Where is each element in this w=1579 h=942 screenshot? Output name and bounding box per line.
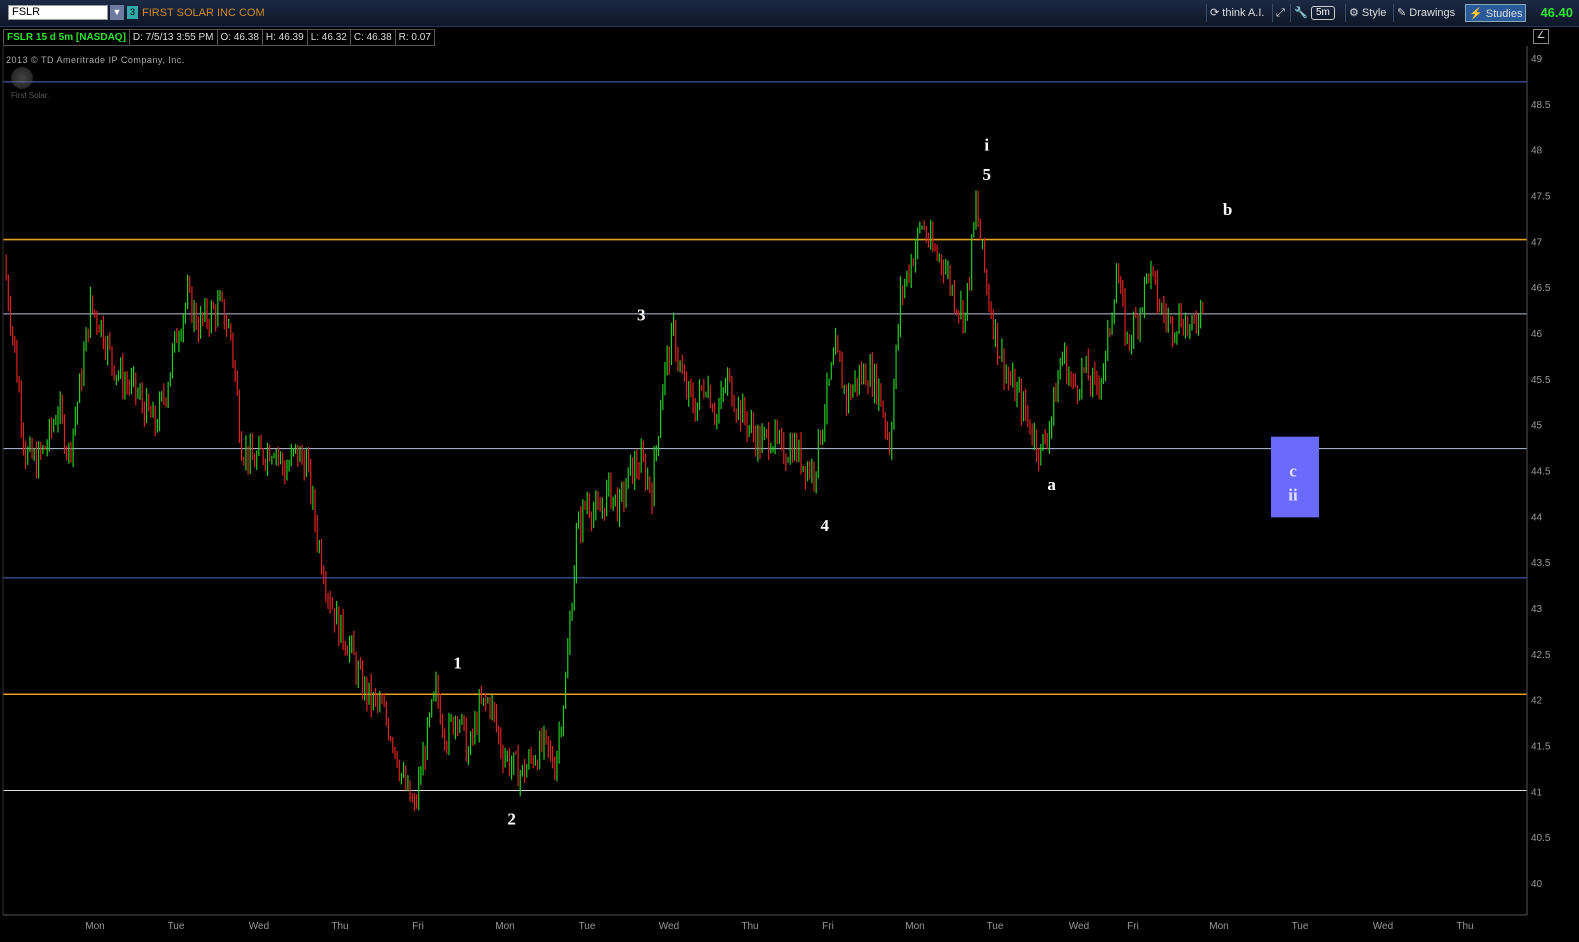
x-tick-label: Thu: [741, 921, 758, 932]
wave-label-5: 5: [983, 165, 992, 184]
info-date: D: 7/5/13 3:55 PM: [128, 29, 218, 46]
x-tick-label: Mon: [1209, 921, 1228, 932]
wrench-icon[interactable]: 🔧: [1290, 4, 1311, 22]
y-tick-label: 44.5: [1531, 467, 1551, 478]
x-tick-label: Tue: [579, 921, 596, 932]
drawings-button[interactable]: ✎ Drawings: [1393, 4, 1458, 22]
y-tick-label: 48.5: [1531, 100, 1551, 111]
y-tick-label: 42.5: [1531, 650, 1551, 661]
symbol-input[interactable]: FSLR: [8, 5, 108, 20]
y-tick-label: 48: [1531, 146, 1543, 157]
y-tick-label: 47.5: [1531, 192, 1551, 203]
think-ai-button[interactable]: ⟳ think A.I.: [1206, 4, 1267, 22]
company-name: FIRST SOLAR INC COM: [142, 7, 265, 19]
x-tick-label: Fri: [822, 921, 834, 932]
x-tick-label: Wed: [1069, 921, 1089, 932]
x-tick-label: Mon: [905, 921, 924, 932]
wave-label-3: 3: [637, 305, 646, 324]
y-tick-label: 44: [1531, 512, 1543, 523]
studies-label: Studies: [1485, 8, 1523, 20]
projection-label-c: c: [1289, 462, 1297, 481]
y-tick-label: 46.5: [1531, 283, 1551, 294]
x-tick-label: Tue: [987, 921, 1004, 932]
y-tick-label: 42: [1531, 696, 1543, 707]
wave-label-b: b: [1223, 200, 1232, 219]
y-tick-label: 47: [1531, 237, 1543, 248]
x-tick-label: Thu: [331, 921, 348, 932]
last-price: 46.40: [1540, 5, 1573, 20]
logo-text: First Solar.: [11, 91, 50, 100]
y-tick-label: 45.5: [1531, 375, 1551, 386]
info-high: H: 46.39: [261, 29, 308, 46]
top-toolbar: FSLR ▼ 3 FIRST SOLAR INC COM ⟳ think A.I…: [0, 0, 1579, 27]
style-button[interactable]: ⚙ Style: [1345, 4, 1389, 22]
info-close: C: 46.38: [349, 29, 396, 46]
first-solar-logo: [11, 67, 33, 89]
x-tick-label: Mon: [85, 921, 104, 932]
x-tick-label: Tue: [168, 921, 185, 932]
x-tick-label: Fri: [1127, 921, 1139, 932]
x-tick-label: Mon: [495, 921, 514, 932]
copyright-text: 2013 © TD Ameritrade IP Company, Inc.: [6, 55, 185, 65]
info-bar: FSLR 15 d 5m [NASDAQ] D: 7/5/13 3:55 PM O:…: [3, 27, 435, 46]
symbol-dropdown-icon[interactable]: ▼: [110, 5, 124, 20]
y-tick-label: 40: [1531, 879, 1543, 890]
y-tick-label: 49: [1531, 54, 1543, 65]
drawings-label: Drawings: [1409, 7, 1456, 19]
interval-button[interactable]: 5m: [1311, 6, 1335, 20]
wave-label-2: 2: [507, 809, 516, 828]
wave-label-a: a: [1047, 475, 1056, 494]
y-tick-label: 41: [1531, 787, 1543, 798]
style-label: Style: [1361, 7, 1387, 19]
expand-icon[interactable]: ⤢: [1272, 4, 1288, 22]
info-open: O: 46.38: [216, 29, 263, 46]
wave-label-4: 4: [821, 516, 830, 535]
x-tick-label: Wed: [249, 921, 269, 932]
y-tick-label: 40.5: [1531, 833, 1551, 844]
x-tick-label: Wed: [1373, 921, 1393, 932]
x-tick-label: Thu: [1456, 921, 1473, 932]
wave-label-1: 1: [453, 654, 462, 673]
studies-button[interactable]: ⚡ Studies: [1465, 4, 1527, 22]
x-tick-label: Tue: [1292, 921, 1309, 932]
link-group-badge[interactable]: 3: [127, 6, 138, 19]
y-tick-label: 46: [1531, 329, 1543, 340]
y-tick-label: 45: [1531, 421, 1543, 432]
projection-label-ii: ii: [1288, 486, 1298, 505]
info-range: R: 0.07: [394, 29, 435, 46]
info-low: L: 46.32: [306, 29, 351, 46]
x-tick-label: Fri: [412, 921, 424, 932]
wave-label-i: i: [984, 136, 989, 155]
x-tick-label: Wed: [659, 921, 679, 932]
info-title: FSLR 15 d 5m [NASDAQ]: [3, 29, 130, 46]
y-tick-label: 43: [1531, 604, 1543, 615]
think-ai-label: think A.I.: [1222, 7, 1265, 19]
drawing-tool-icon[interactable]: ∠: [1533, 29, 1549, 44]
y-tick-label: 41.5: [1531, 742, 1551, 753]
price-chart[interactable]: 4948.54847.54746.54645.54544.54443.54342…: [0, 0, 1579, 942]
chart-background: [0, 0, 1579, 942]
y-tick-label: 43.5: [1531, 558, 1551, 569]
